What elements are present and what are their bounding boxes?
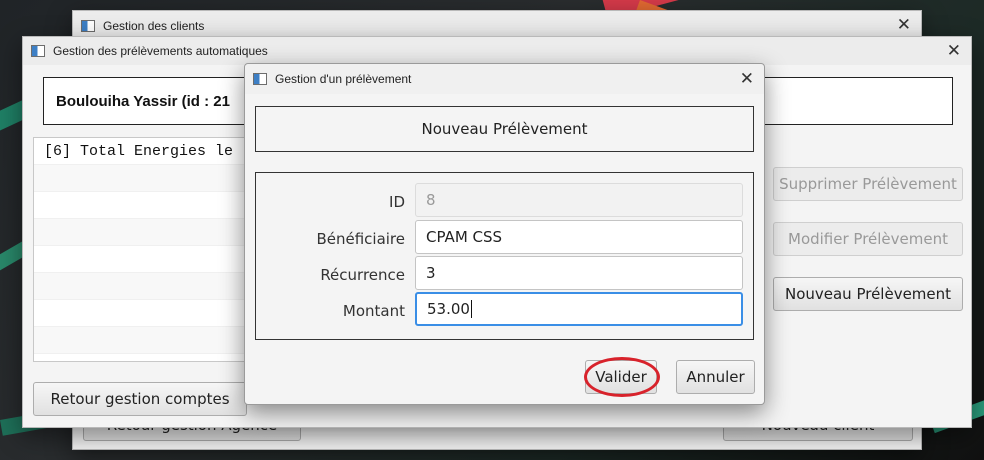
nouveau-prelevement-button[interactable]: Nouveau Prélèvement [773,277,963,311]
montant-label: Montant [342,302,405,320]
dialog-header: Nouveau Prélèvement [255,106,754,152]
prelevements-window-title: Gestion des prélèvements automatiques [53,44,268,58]
prelevement-dialog: Gestion d'un prélèvement ✕ Nouveau Prélè… [244,63,765,405]
list-item-empty [34,192,252,219]
list-item-empty [34,273,252,300]
recurrence-label: Récurrence [320,266,405,284]
app-icon [81,20,95,32]
close-icon[interactable]: ✕ [897,16,911,33]
montant-value: 53.00 [427,300,470,318]
close-icon[interactable]: ✕ [947,42,961,59]
prelevements-list[interactable]: [6] Total Energies le [33,137,253,362]
supprimer-prelevement-button[interactable]: Supprimer Prélèvement [773,167,963,201]
app-icon [253,73,267,85]
beneficiaire-label: Bénéficiaire [316,230,405,248]
dialog-titlebar: Gestion d'un prélèvement ✕ [245,64,764,94]
prelevement-form: ID 8 Bénéficiaire CPAM CSS Récurrence 3 … [255,172,754,340]
recurrence-field[interactable]: 3 [415,256,743,290]
app-icon [31,45,45,57]
close-icon[interactable]: ✕ [740,70,754,87]
list-item-empty [34,246,252,273]
modifier-prelevement-button[interactable]: Modifier Prélèvement [773,222,963,256]
prelevements-titlebar: Gestion des prélèvements automatiques ✕ [23,37,971,65]
valider-button[interactable]: Valider [585,360,657,394]
list-item-empty [34,219,252,246]
annuler-button[interactable]: Annuler [676,360,755,394]
id-label: ID [389,193,405,211]
clients-window-title: Gestion des clients [103,19,205,33]
beneficiaire-field[interactable]: CPAM CSS [415,220,743,254]
montant-field[interactable]: 53.00 [415,292,743,326]
retour-comptes-button[interactable]: Retour gestion comptes [33,382,247,416]
list-item[interactable]: [6] Total Energies le [34,138,252,165]
text-caret [470,300,472,318]
dialog-title: Gestion d'un prélèvement [275,72,412,86]
list-item-empty [34,300,252,327]
list-item-empty [34,165,252,192]
id-field: 8 [415,183,743,217]
list-item-empty [34,327,252,354]
